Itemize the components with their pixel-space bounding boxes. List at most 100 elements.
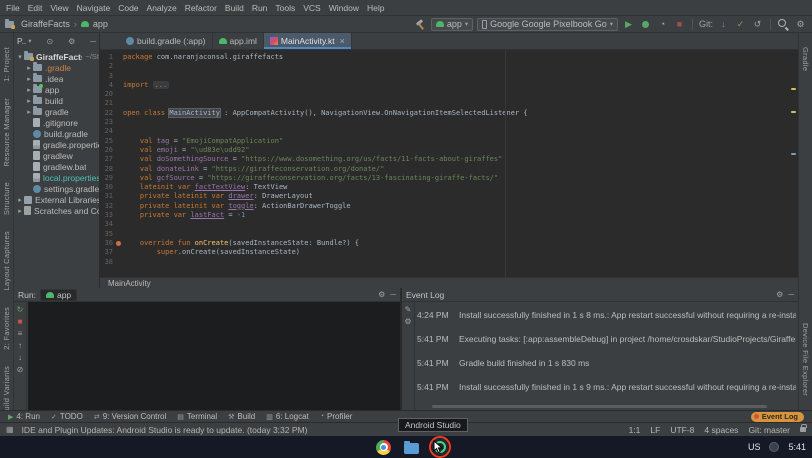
code-line[interactable]: 3: [100, 72, 798, 81]
tree-item-external-libraries[interactable]: ▸External Libraries: [14, 194, 99, 205]
toolwindow-button-build-variants[interactable]: Build Variants: [2, 366, 11, 410]
event-log-entry[interactable]: 5:41 PMInstall successfully finished in …: [417, 382, 796, 404]
tray-status-icon[interactable]: [769, 442, 779, 452]
profiler-button[interactable]: ◔: [656, 18, 669, 31]
toolwindow-button-device-file-explorer[interactable]: Device File Explorer: [801, 323, 810, 396]
toolwindow-button-build[interactable]: ⚒Build: [228, 412, 255, 421]
line-number[interactable]: 1: [100, 53, 116, 62]
code-line[interactable]: 35: [100, 230, 798, 239]
line-number[interactable]: 28: [100, 165, 116, 174]
gear-icon[interactable]: ⚙: [776, 290, 783, 299]
hide-panel-icon[interactable]: ─: [90, 37, 96, 46]
toolwindow-button-9-version-control[interactable]: ⇄9: Version Control: [94, 412, 166, 421]
stop-icon[interactable]: ■: [18, 317, 23, 326]
tree-item-gradlew-bat[interactable]: gradlew.bat: [14, 161, 99, 172]
code-line[interactable]: 20: [100, 90, 798, 99]
menu-item-help[interactable]: Help: [363, 0, 388, 16]
debug-button[interactable]: [639, 18, 652, 31]
code-line[interactable]: 21: [100, 99, 798, 108]
code-line[interactable]: 23: [100, 118, 798, 127]
line-number[interactable]: 24: [100, 127, 116, 136]
toolwindow-button-1-project[interactable]: 1: Project: [2, 47, 11, 82]
toolwindow-button-terminal[interactable]: ▤Terminal: [177, 412, 217, 421]
menu-item-tools[interactable]: Tools: [271, 0, 299, 16]
toolwindow-button-layout-captures[interactable]: Layout Captures: [2, 231, 11, 291]
tree-item-gradle-properties[interactable]: gradle.properties: [14, 139, 99, 150]
status-widget-1-1[interactable]: 1:1: [629, 425, 641, 435]
toolwindow-button-6-logcat[interactable]: ▥6: Logcat: [266, 412, 309, 421]
status-widget-git-master[interactable]: Git: master: [748, 425, 790, 435]
code-line[interactable]: 34: [100, 220, 798, 229]
tree-item-scratches-and-co[interactable]: ▸Scratches and Co: [14, 205, 99, 216]
code-line[interactable]: 32 private lateinit var toggle: ActionBa…: [100, 202, 798, 211]
line-number[interactable]: 4: [100, 81, 116, 90]
event-log-entry[interactable]: 5:41 PMExecuting tasks: [:app:assembleDe…: [417, 334, 796, 358]
tree-item-gradlew[interactable]: gradlew: [14, 150, 99, 161]
code-line[interactable]: 30 lateinit var factTextView: TextView: [100, 183, 798, 192]
chevron-right-icon[interactable]: ▸: [25, 86, 33, 94]
gear-icon[interactable]: ⚙: [378, 290, 385, 299]
line-number[interactable]: 32: [100, 202, 116, 211]
clock[interactable]: 5:41: [788, 442, 806, 452]
lock-icon[interactable]: [800, 427, 806, 432]
code-line[interactable]: 31 private lateinit var drawer: DrawerLa…: [100, 192, 798, 201]
code-line[interactable]: 29 val gcfSource = "https://giraffeconse…: [100, 174, 798, 183]
line-number[interactable]: 22: [100, 109, 116, 118]
code-line[interactable]: 26 val emoji = "\ud83e\udd92": [100, 146, 798, 155]
tree-item-gradle[interactable]: ▸gradle: [14, 106, 99, 117]
status-widget-utf-8[interactable]: UTF-8: [670, 425, 694, 435]
line-number[interactable]: 26: [100, 146, 116, 155]
minimize-icon[interactable]: ─: [788, 290, 794, 299]
chevron-right-icon[interactable]: ▸: [25, 75, 33, 83]
keyboard-layout-indicator[interactable]: US: [748, 442, 761, 452]
rerun-icon[interactable]: ↻: [17, 305, 24, 314]
menu-item-navigate[interactable]: Navigate: [73, 0, 115, 16]
line-number[interactable]: 38: [100, 258, 116, 267]
code-line[interactable]: 28 val donateLink = "https://giraffecons…: [100, 165, 798, 174]
code-line[interactable]: 2: [100, 62, 798, 71]
toolwindow-button-gradle[interactable]: Gradle: [801, 47, 810, 71]
line-number[interactable]: 35: [100, 230, 116, 239]
code-line[interactable]: 27 val doSomethingSource = "https://www.…: [100, 155, 798, 164]
tree-item-gradle[interactable]: ▸.gradle: [14, 62, 99, 73]
chevron-down-icon[interactable]: ▾: [16, 53, 24, 61]
tree-item-idea[interactable]: ▸.idea: [14, 73, 99, 84]
toolwindow-button-profiler[interactable]: ◔Profiler: [320, 412, 353, 421]
event-log-entry[interactable]: 5:41 PMGradle build finished in 1 s 830 …: [417, 358, 796, 382]
chrome-icon[interactable]: [376, 440, 391, 455]
stop-button[interactable]: ■: [673, 18, 686, 31]
editor-tab-build-gradle-app[interactable]: build.gradle (:app): [120, 33, 213, 49]
project-panel-title[interactable]: P..: [17, 36, 26, 46]
breadcrumb-project[interactable]: GiraffeFacts: [21, 19, 70, 29]
tree-item-gitignore[interactable]: .gitignore: [14, 117, 99, 128]
chevron-right-icon[interactable]: ▸: [25, 97, 33, 105]
line-number[interactable]: 33: [100, 211, 116, 220]
tree-item-app[interactable]: ▸app: [14, 84, 99, 95]
chevron-right-icon[interactable]: ▸: [25, 64, 33, 72]
chevron-right-icon[interactable]: ▸: [16, 196, 24, 204]
file-manager-icon[interactable]: [404, 443, 419, 454]
line-number[interactable]: 30: [100, 183, 116, 192]
git-commit-button[interactable]: ✓: [734, 18, 747, 31]
menu-item-code[interactable]: Code: [114, 0, 142, 16]
tree-item-giraffefacts[interactable]: ▾GiraffeFacts~/St: [14, 51, 99, 62]
editor-tab-mainactivity-kt[interactable]: MainActivity.kt×: [264, 33, 352, 49]
menu-item-vcs[interactable]: VCS: [299, 0, 324, 16]
tree-item-local-properties[interactable]: local.properties: [14, 172, 99, 183]
code-line[interactable]: 22open class MainActivity : AppCompatAct…: [100, 109, 798, 118]
line-number[interactable]: 20: [100, 90, 116, 99]
toolwindow-button-2-favorites[interactable]: 2: Favorites: [2, 307, 11, 350]
code-line[interactable]: 4import ...: [100, 81, 798, 90]
editor-tab-app-iml[interactable]: app.iml: [213, 33, 264, 49]
build-hammer-icon[interactable]: [414, 18, 427, 31]
line-number[interactable]: 36: [100, 239, 116, 248]
line-number[interactable]: 37: [100, 248, 116, 257]
toolwindow-button-4-run[interactable]: ▶4: Run: [8, 412, 40, 421]
event-log-statusbar-button[interactable]: Event Log: [751, 412, 804, 422]
horizontal-scrollbar[interactable]: [432, 405, 767, 408]
editor-breadcrumb-bar[interactable]: MainActivity: [100, 277, 798, 288]
run-config-select[interactable]: app ▾: [431, 18, 473, 31]
menu-item-analyze[interactable]: Analyze: [143, 0, 181, 16]
run-tab-app[interactable]: app: [40, 289, 77, 301]
run-console[interactable]: [28, 302, 400, 410]
